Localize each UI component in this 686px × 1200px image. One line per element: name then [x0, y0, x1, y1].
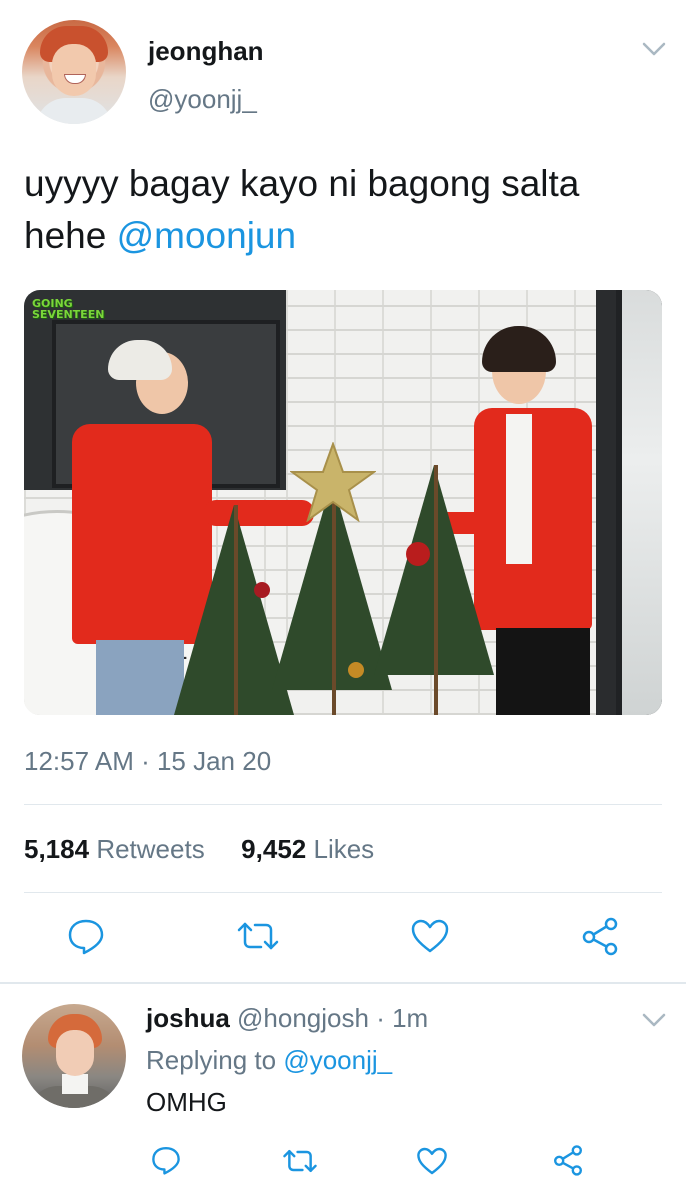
tweet-body-text: uyyyy bagay kayo ni bagong salta hehe — [24, 163, 580, 256]
replying-to-mention[interactable]: @yoonjj_ — [283, 1045, 392, 1075]
share-icon[interactable] — [552, 1144, 584, 1176]
reply-text: OMHG — [146, 1087, 227, 1117]
reply-display-name[interactable]: joshua — [146, 1003, 230, 1033]
chevron-down-icon[interactable] — [642, 42, 666, 56]
tweet-media-image[interactable]: I III V GOING SEVENTEEN — [24, 290, 662, 715]
retweet-icon[interactable] — [236, 918, 280, 954]
chevron-down-icon[interactable] — [642, 1013, 666, 1027]
reply-time[interactable]: · 1m — [376, 1003, 428, 1033]
tweet-stats: 5,184 Retweets 9,452 Likes — [24, 834, 374, 865]
reply-header: joshua @hongjosh · 1m — [146, 1003, 428, 1034]
reply-icon[interactable] — [150, 1145, 182, 1175]
author-display-name[interactable]: jeonghan — [148, 36, 264, 67]
divider — [24, 804, 662, 805]
divider — [24, 892, 662, 893]
tweet-text: uyyyy bagay kayo ni bagong salta hehe @m… — [24, 158, 664, 262]
reply-author-avatar[interactable] — [22, 1004, 126, 1108]
retweets-stat[interactable]: 5,184 Retweets — [24, 834, 205, 864]
divider — [0, 982, 686, 984]
reply-handle[interactable]: @hongjosh — [237, 1003, 369, 1033]
likes-stat[interactable]: 9,452 Likes — [241, 834, 374, 864]
author-handle[interactable]: @yoonjj_ — [148, 84, 257, 115]
like-icon[interactable] — [410, 918, 450, 954]
media-logo: GOING SEVENTEEN — [32, 297, 105, 321]
reply-icon[interactable] — [66, 917, 106, 955]
tweet-timestamp[interactable]: 12:57 AM · 15 Jan 20 — [24, 746, 271, 777]
tweet-mention-link[interactable]: @moonjun — [117, 215, 297, 256]
replying-to: Replying to @yoonjj_ — [146, 1045, 393, 1075]
share-icon[interactable] — [580, 916, 620, 956]
like-icon[interactable] — [416, 1146, 448, 1176]
retweet-icon[interactable] — [282, 1146, 318, 1176]
author-avatar[interactable] — [22, 20, 126, 124]
